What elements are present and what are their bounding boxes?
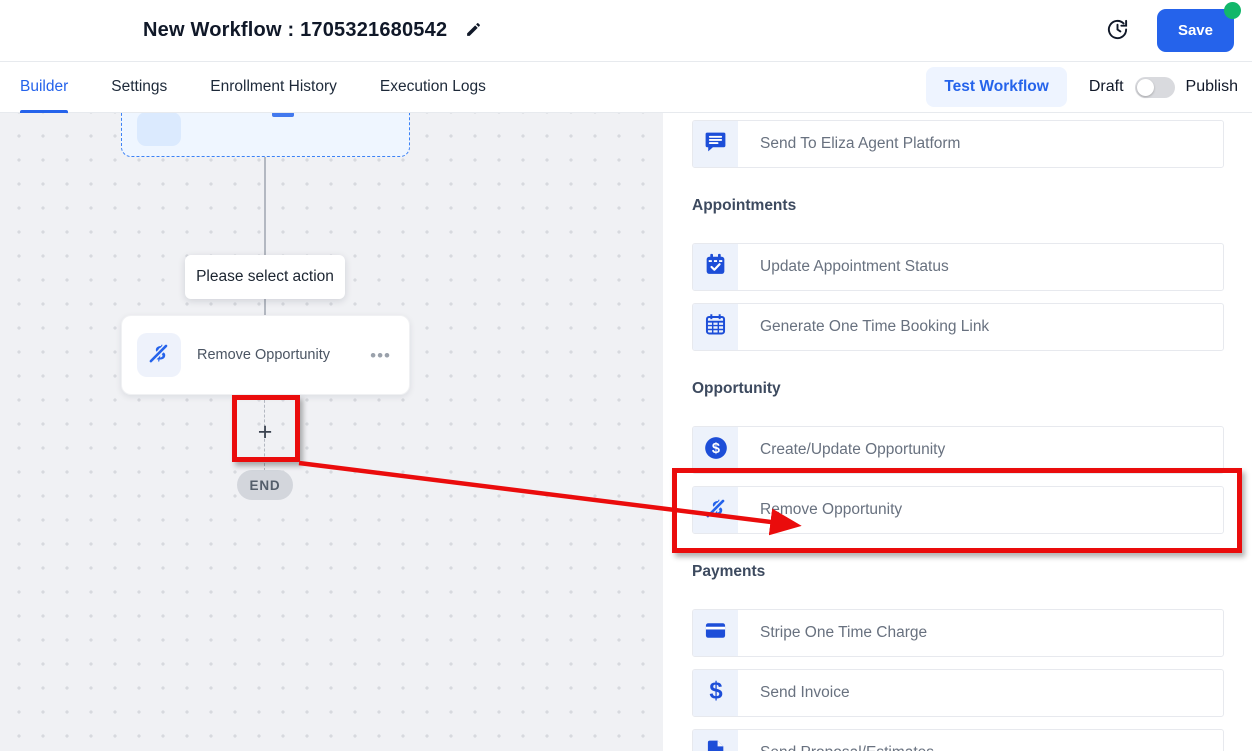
tab-builder[interactable]: Builder [20, 62, 68, 112]
workflow-canvas: Please select action $ Remove Opportunit… [0, 113, 1252, 751]
tab-enrollment-history[interactable]: Enrollment History [210, 62, 337, 112]
calendar-check-icon [703, 252, 728, 282]
save-button-label: Save [1178, 22, 1213, 39]
workflow-title: New Workflow : 1705321680542 [143, 19, 447, 42]
publish-toggle[interactable] [1135, 77, 1175, 98]
action-label: Remove Opportunity [738, 487, 902, 533]
action-icon-strip: $ [693, 427, 738, 473]
history-clock-icon [1106, 18, 1129, 44]
node-title: Remove Opportunity [197, 347, 330, 363]
publish-toggle-knob [1137, 79, 1154, 96]
action-row-send-proposal-estimates[interactable]: Send Proposal/Estimates [692, 729, 1224, 751]
edit-title-button[interactable] [465, 21, 482, 41]
node-more-menu[interactable]: ••• [370, 347, 391, 364]
calendar-grid-icon [703, 312, 728, 342]
action-row-remove-opportunity[interactable]: $ Remove Opportunity [692, 486, 1224, 534]
action-row-send-to-eliza[interactable]: Send To Eliza Agent Platform [692, 120, 1224, 168]
action-label: Send Proposal/Estimates [738, 730, 934, 751]
dollar-slash-icon: $ [146, 340, 172, 371]
action-row-create-update-opportunity[interactable]: $ Create/Update Opportunity [692, 426, 1224, 474]
action-icon-strip [693, 244, 738, 290]
action-label: Stripe One Time Charge [738, 610, 927, 656]
action-icon-strip: $ [693, 487, 738, 533]
action-icon-strip [693, 730, 738, 751]
section-header-payments: Payments [692, 563, 1224, 581]
file-icon [703, 738, 728, 751]
trigger-node[interactable] [121, 113, 410, 157]
dollar-slash-icon: $ [703, 495, 729, 526]
end-node: END [237, 470, 293, 500]
save-button[interactable]: Save [1157, 9, 1234, 52]
section-header-appointments: Appointments [692, 197, 1224, 215]
action-row-send-invoice[interactable]: $ Send Invoice [692, 669, 1224, 717]
action-label: Send Invoice [738, 670, 850, 716]
action-icon-strip [693, 304, 738, 350]
action-row-stripe-one-time-charge[interactable]: Stripe One Time Charge [692, 609, 1224, 657]
unsaved-changes-dot [1224, 2, 1241, 19]
trigger-label-clipped [272, 113, 294, 117]
app-header: New Workflow : 1705321680542 Save [0, 0, 1252, 62]
tab-execution-logs[interactable]: Execution Logs [380, 62, 486, 112]
tab-list: Builder Settings Enrollment History Exec… [20, 62, 486, 112]
action-icon-strip [693, 610, 738, 656]
actions-panel: Send To Eliza Agent Platform Appointment… [663, 113, 1252, 751]
publish-label: Publish [1186, 78, 1238, 96]
history-button[interactable] [1106, 18, 1129, 44]
action-label: Generate One Time Booking Link [738, 304, 989, 350]
node-icon-box: $ [137, 333, 181, 377]
workflow-node-remove-opportunity[interactable]: $ Remove Opportunity ••• [121, 315, 410, 395]
workflow-tabbar: Builder Settings Enrollment History Exec… [0, 62, 1252, 113]
action-label: Create/Update Opportunity [738, 427, 945, 473]
action-icon-strip: $ [693, 670, 738, 716]
svg-text:$: $ [709, 678, 722, 704]
section-header-opportunity: Opportunity [692, 380, 1224, 398]
trigger-icon [137, 113, 181, 146]
svg-text:$: $ [711, 441, 719, 457]
action-row-generate-booking-link[interactable]: Generate One Time Booking Link [692, 303, 1224, 351]
action-label: Update Appointment Status [738, 244, 949, 290]
tab-settings[interactable]: Settings [111, 62, 167, 112]
action-icon-strip [693, 121, 738, 167]
test-workflow-button[interactable]: Test Workflow [926, 67, 1067, 107]
action-row-update-appointment-status[interactable]: Update Appointment Status [692, 243, 1224, 291]
action-label: Send To Eliza Agent Platform [738, 121, 960, 167]
message-square-icon [703, 129, 728, 159]
dollar-icon: $ [703, 678, 729, 709]
dollar-circle-icon: $ [703, 435, 729, 466]
add-action-button[interactable]: + [252, 419, 278, 445]
select-action-tooltip: Please select action [185, 255, 345, 299]
draft-label: Draft [1089, 78, 1124, 96]
credit-card-icon [703, 618, 728, 648]
pencil-icon [465, 21, 482, 41]
